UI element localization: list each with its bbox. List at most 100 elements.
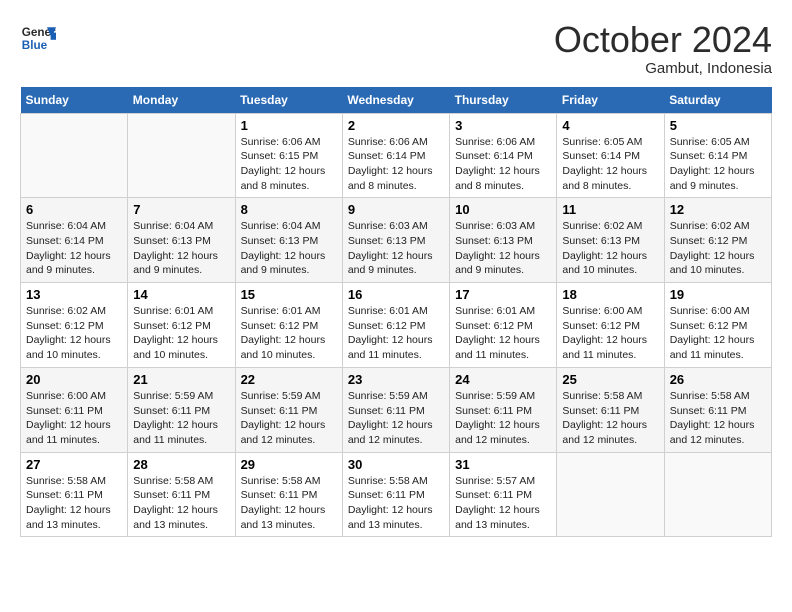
calendar-cell: 21 Sunrise: 5:59 AMSunset: 6:11 PMDayligh… xyxy=(128,367,235,452)
page-header: General Blue October 2024 Gambut, Indone… xyxy=(20,20,772,77)
day-number: 15 xyxy=(241,287,337,302)
day-info: Sunrise: 5:58 AMSunset: 6:11 PMDaylight:… xyxy=(133,474,229,533)
day-info: Sunrise: 6:04 AMSunset: 6:13 PMDaylight:… xyxy=(133,219,229,278)
calendar-cell: 28 Sunrise: 5:58 AMSunset: 6:11 PMDayligh… xyxy=(128,452,235,537)
calendar-cell: 3 Sunrise: 6:06 AMSunset: 6:14 PMDaylight… xyxy=(450,113,557,198)
calendar-cell: 22 Sunrise: 5:59 AMSunset: 6:11 PMDayligh… xyxy=(235,367,342,452)
day-info: Sunrise: 6:05 AMSunset: 6:14 PMDaylight:… xyxy=(562,135,658,194)
logo-icon: General Blue xyxy=(20,20,56,56)
calendar-cell: 30 Sunrise: 5:58 AMSunset: 6:11 PMDayligh… xyxy=(342,452,449,537)
day-info: Sunrise: 5:59 AMSunset: 6:11 PMDaylight:… xyxy=(133,389,229,448)
calendar-cell: 9 Sunrise: 6:03 AMSunset: 6:13 PMDaylight… xyxy=(342,198,449,283)
day-info: Sunrise: 6:06 AMSunset: 6:14 PMDaylight:… xyxy=(455,135,551,194)
calendar-week-5: 27 Sunrise: 5:58 AMSunset: 6:11 PMDayligh… xyxy=(21,452,772,537)
day-info: Sunrise: 6:04 AMSunset: 6:14 PMDaylight:… xyxy=(26,219,122,278)
header-saturday: Saturday xyxy=(664,87,771,114)
day-info: Sunrise: 5:59 AMSunset: 6:11 PMDaylight:… xyxy=(241,389,337,448)
calendar-cell: 1Sunrise: 6:06 AMSunset: 6:15 PMDaylight… xyxy=(235,113,342,198)
day-number: 20 xyxy=(26,372,122,387)
header-tuesday: Tuesday xyxy=(235,87,342,114)
location: Gambut, Indonesia xyxy=(554,60,772,77)
month-title: October 2024 xyxy=(554,20,772,60)
day-number: 17 xyxy=(455,287,551,302)
day-info: Sunrise: 6:01 AMSunset: 6:12 PMDaylight:… xyxy=(455,304,551,363)
calendar-cell xyxy=(128,113,235,198)
day-info: Sunrise: 5:59 AMSunset: 6:11 PMDaylight:… xyxy=(348,389,444,448)
calendar-cell: 17 Sunrise: 6:01 AMSunset: 6:12 PMDayligh… xyxy=(450,283,557,368)
calendar-cell: 10 Sunrise: 6:03 AMSunset: 6:13 PMDayligh… xyxy=(450,198,557,283)
day-info: Sunrise: 5:57 AMSunset: 6:11 PMDaylight:… xyxy=(455,474,551,533)
calendar-header-row: SundayMondayTuesdayWednesdayThursdayFrid… xyxy=(21,87,772,114)
day-number: 28 xyxy=(133,457,229,472)
header-sunday: Sunday xyxy=(21,87,128,114)
calendar-cell: 4 Sunrise: 6:05 AMSunset: 6:14 PMDaylight… xyxy=(557,113,664,198)
calendar-cell: 5Sunrise: 6:05 AMSunset: 6:14 PMDaylight… xyxy=(664,113,771,198)
day-info: Sunrise: 6:06 AMSunset: 6:14 PMDaylight:… xyxy=(348,135,444,194)
day-number: 8 xyxy=(241,202,337,217)
calendar-cell: 16Sunrise: 6:01 AMSunset: 6:12 PMDayligh… xyxy=(342,283,449,368)
day-number: 4 xyxy=(562,118,658,133)
calendar-cell: 2Sunrise: 6:06 AMSunset: 6:14 PMDaylight… xyxy=(342,113,449,198)
day-info: Sunrise: 5:58 AMSunset: 6:11 PMDaylight:… xyxy=(562,389,658,448)
header-wednesday: Wednesday xyxy=(342,87,449,114)
day-number: 22 xyxy=(241,372,337,387)
day-info: Sunrise: 6:02 AMSunset: 6:12 PMDaylight:… xyxy=(670,219,766,278)
day-number: 11 xyxy=(562,202,658,217)
day-info: Sunrise: 5:58 AMSunset: 6:11 PMDaylight:… xyxy=(670,389,766,448)
calendar-week-1: 1Sunrise: 6:06 AMSunset: 6:15 PMDaylight… xyxy=(21,113,772,198)
calendar-cell: 14 Sunrise: 6:01 AMSunset: 6:12 PMDayligh… xyxy=(128,283,235,368)
day-number: 31 xyxy=(455,457,551,472)
calendar-cell: 31 Sunrise: 5:57 AMSunset: 6:11 PMDayligh… xyxy=(450,452,557,537)
day-number: 7 xyxy=(133,202,229,217)
day-info: Sunrise: 6:02 AMSunset: 6:13 PMDaylight:… xyxy=(562,219,658,278)
day-info: Sunrise: 6:02 AMSunset: 6:12 PMDaylight:… xyxy=(26,304,122,363)
day-number: 10 xyxy=(455,202,551,217)
calendar-cell: 26 Sunrise: 5:58 AMSunset: 6:11 PMDayligh… xyxy=(664,367,771,452)
day-number: 18 xyxy=(562,287,658,302)
calendar-cell: 15 Sunrise: 6:01 AMSunset: 6:12 PMDayligh… xyxy=(235,283,342,368)
day-info: Sunrise: 6:00 AMSunset: 6:11 PMDaylight:… xyxy=(26,389,122,448)
svg-text:Blue: Blue xyxy=(22,39,48,52)
day-number: 27 xyxy=(26,457,122,472)
calendar-cell: 24Sunrise: 5:59 AMSunset: 6:11 PMDayligh… xyxy=(450,367,557,452)
day-number: 29 xyxy=(241,457,337,472)
day-info: Sunrise: 6:06 AMSunset: 6:15 PMDaylight:… xyxy=(241,135,337,194)
calendar-week-4: 20 Sunrise: 6:00 AMSunset: 6:11 PMDayligh… xyxy=(21,367,772,452)
calendar-cell xyxy=(21,113,128,198)
calendar-cell: 27 Sunrise: 5:58 AMSunset: 6:11 PMDayligh… xyxy=(21,452,128,537)
day-info: Sunrise: 6:03 AMSunset: 6:13 PMDaylight:… xyxy=(348,219,444,278)
header-friday: Friday xyxy=(557,87,664,114)
day-info: Sunrise: 6:01 AMSunset: 6:12 PMDaylight:… xyxy=(348,304,444,363)
calendar-cell: 25 Sunrise: 5:58 AMSunset: 6:11 PMDayligh… xyxy=(557,367,664,452)
calendar-cell xyxy=(557,452,664,537)
calendar-cell: 29Sunrise: 5:58 AMSunset: 6:11 PMDayligh… xyxy=(235,452,342,537)
day-info: Sunrise: 6:04 AMSunset: 6:13 PMDaylight:… xyxy=(241,219,337,278)
day-info: Sunrise: 5:58 AMSunset: 6:11 PMDaylight:… xyxy=(348,474,444,533)
calendar-cell: 11 Sunrise: 6:02 AMSunset: 6:13 PMDayligh… xyxy=(557,198,664,283)
day-info: Sunrise: 6:00 AMSunset: 6:12 PMDaylight:… xyxy=(670,304,766,363)
day-number: 5 xyxy=(670,118,766,133)
day-number: 6 xyxy=(26,202,122,217)
calendar-cell: 7 Sunrise: 6:04 AMSunset: 6:13 PMDaylight… xyxy=(128,198,235,283)
day-info: Sunrise: 6:03 AMSunset: 6:13 PMDaylight:… xyxy=(455,219,551,278)
header-monday: Monday xyxy=(128,87,235,114)
calendar-cell xyxy=(664,452,771,537)
day-info: Sunrise: 6:01 AMSunset: 6:12 PMDaylight:… xyxy=(241,304,337,363)
day-number: 21 xyxy=(133,372,229,387)
day-info: Sunrise: 6:01 AMSunset: 6:12 PMDaylight:… xyxy=(133,304,229,363)
day-number: 23 xyxy=(348,372,444,387)
day-number: 9 xyxy=(348,202,444,217)
calendar-cell: 12Sunrise: 6:02 AMSunset: 6:12 PMDayligh… xyxy=(664,198,771,283)
calendar-cell: 13Sunrise: 6:02 AMSunset: 6:12 PMDayligh… xyxy=(21,283,128,368)
calendar-cell: 23 Sunrise: 5:59 AMSunset: 6:11 PMDayligh… xyxy=(342,367,449,452)
calendar-table: SundayMondayTuesdayWednesdayThursdayFrid… xyxy=(20,87,772,538)
day-number: 3 xyxy=(455,118,551,133)
day-number: 19 xyxy=(670,287,766,302)
header-thursday: Thursday xyxy=(450,87,557,114)
day-number: 30 xyxy=(348,457,444,472)
day-number: 25 xyxy=(562,372,658,387)
day-info: Sunrise: 5:58 AMSunset: 6:11 PMDaylight:… xyxy=(26,474,122,533)
day-number: 26 xyxy=(670,372,766,387)
day-number: 14 xyxy=(133,287,229,302)
day-number: 24 xyxy=(455,372,551,387)
